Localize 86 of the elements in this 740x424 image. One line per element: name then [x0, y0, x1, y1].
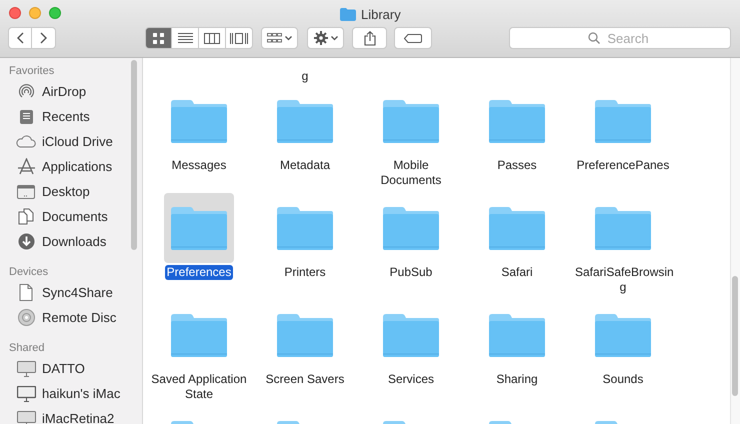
- folder-name[interactable]: Saved Application State: [149, 372, 249, 402]
- cloud-icon: [16, 135, 36, 148]
- view-mode-button[interactable]: [199, 27, 226, 49]
- arrange-button[interactable]: [261, 27, 298, 49]
- gallery-icon: [230, 32, 248, 44]
- folder-name[interactable]: Sharing: [494, 372, 540, 387]
- folder-name[interactable]: Safari: [499, 265, 535, 280]
- download-icon: [18, 233, 34, 250]
- grid-icon: [267, 33, 282, 43]
- window-title: Library: [361, 6, 401, 24]
- tag-icon: [404, 34, 422, 42]
- airdrop-icon: [18, 83, 34, 100]
- folder-icon: [276, 98, 334, 144]
- folder-icon: [340, 8, 356, 22]
- folder-name[interactable]: SafariSafeBrowsin g: [573, 265, 673, 295]
- caret-icon: [330, 36, 338, 40]
- monitor-icon: [16, 386, 36, 402]
- folder-icon: [488, 206, 546, 250]
- desktop-icon: [17, 184, 35, 198]
- scrollbar-thumb[interactable]: [732, 276, 738, 396]
- folder-icon: [382, 98, 440, 144]
- back-button[interactable]: [8, 27, 32, 49]
- folder-icon: [170, 206, 228, 250]
- sidebar-item[interactable]: Documents: [0, 204, 108, 229]
- chevron-right-icon: [40, 32, 47, 44]
- close-button[interactable]: [9, 7, 21, 19]
- folder-icon: [170, 312, 228, 358]
- folder-name[interactable]: Metadata: [278, 158, 332, 173]
- tray-icon: [18, 108, 34, 124]
- folder-name[interactable]: Screen Savers: [264, 372, 346, 387]
- sidebar-item[interactable]: DATTO: [0, 356, 85, 381]
- sidebar-section-header: Favorites: [8, 64, 54, 79]
- folder-icon: [170, 98, 228, 144]
- folder-icon: [382, 312, 440, 358]
- scrollbar-thumb[interactable]: [131, 60, 137, 250]
- disc-icon: [18, 309, 34, 326]
- icon-view-icon: [153, 32, 164, 44]
- view-mode-button[interactable]: [226, 27, 253, 49]
- monitor-icon: [16, 360, 36, 376]
- folder-icon: [594, 206, 652, 250]
- sidebar-item[interactable]: Applications: [0, 154, 112, 179]
- sidebar-item[interactable]: iCloud Drive: [0, 129, 113, 154]
- sidebar-item[interactable]: Recents: [0, 104, 90, 129]
- document-icon: [19, 284, 33, 301]
- forward-button[interactable]: [32, 27, 56, 49]
- folder-icon: [276, 206, 334, 250]
- folder-icon: [594, 312, 652, 358]
- search-field[interactable]: Search: [509, 27, 731, 49]
- sidebar-item[interactable]: haikun's iMac: [0, 381, 120, 406]
- folder-name[interactable]: PubSub: [388, 265, 434, 280]
- sidebar-item[interactable]: Desktop: [0, 179, 90, 204]
- sidebar-item[interactable]: Sync4Share: [0, 280, 113, 305]
- chevron-left-icon: [16, 32, 24, 44]
- caret-icon: [285, 36, 292, 40]
- folder-name[interactable]: Mobile Documents: [361, 158, 461, 188]
- folder-name[interactable]: Printers: [282, 265, 328, 280]
- folder-name[interactable]: PreferencePanes: [574, 158, 672, 173]
- action-button[interactable]: [307, 27, 344, 49]
- folder-icon: [488, 312, 546, 358]
- folder-name[interactable]: Messages: [170, 158, 228, 173]
- list-icon: [178, 32, 192, 44]
- sidebar-section-header: Devices: [8, 265, 48, 280]
- folder-name[interactable]: Sounds: [600, 372, 646, 387]
- folder-icon: [488, 98, 546, 144]
- sidebar-section-header: Shared: [8, 341, 44, 356]
- sidebar-item[interactable]: Remote Disc: [0, 305, 116, 330]
- sidebar-item[interactable]: iMacRetina2: [0, 406, 114, 424]
- folder-name[interactable]: Passes: [495, 158, 539, 173]
- tag-button[interactable]: [394, 27, 432, 49]
- folder-name[interactable]: Preferences: [164, 265, 234, 280]
- folder-name[interactable]: Services: [386, 372, 436, 387]
- folder-icon: [594, 98, 652, 144]
- folder-icon: [276, 312, 334, 358]
- sidebar-item[interactable]: Downloads: [0, 229, 106, 254]
- gear-icon: [314, 31, 328, 45]
- sidebar-item[interactable]: AirDrop: [0, 79, 86, 104]
- documents-icon: [18, 208, 34, 225]
- folder-icon: [382, 206, 440, 250]
- share-icon: [364, 30, 376, 46]
- share-button[interactable]: [352, 27, 387, 49]
- applications-icon: [16, 158, 36, 175]
- search-icon: [588, 32, 600, 44]
- view-mode-button[interactable]: [145, 27, 172, 49]
- columns-icon: [204, 32, 220, 44]
- view-mode-button[interactable]: [172, 27, 199, 49]
- file-name: g: [302, 69, 308, 84]
